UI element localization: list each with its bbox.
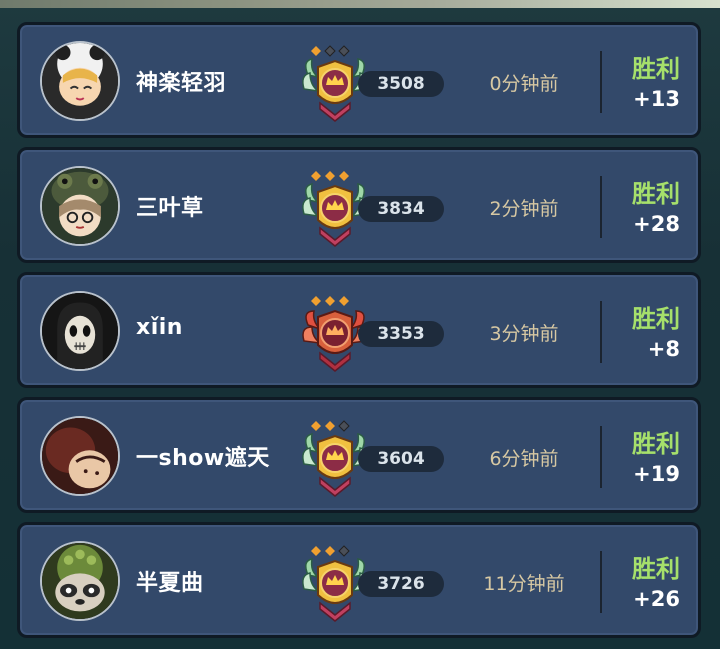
dark-character-avatar[interactable] (40, 416, 120, 496)
rank-score: 3604 (358, 446, 444, 472)
rank-star-filled-icon (311, 171, 321, 181)
rank-star-empty-icon (338, 420, 350, 432)
player-name: 三叶草 (136, 196, 204, 221)
match-row[interactable]: xǐin 3353 3分钟前 胜利 +8 (17, 272, 701, 388)
match-history-list: 神楽轻羽 3508 0分钟前 胜利 +13 三叶草 3834 2分钟前 胜利 +… (0, 0, 720, 649)
match-result: 胜利 (632, 305, 680, 333)
skull-mask-avatar[interactable] (40, 291, 120, 371)
rank-star-filled-icon (311, 546, 321, 556)
time-ago: 0分钟前 (489, 73, 559, 95)
divider (600, 551, 602, 613)
player-name: 神楽轻羽 (136, 71, 227, 96)
rank-star-filled-icon (325, 296, 335, 306)
rank-star-filled-icon (311, 46, 321, 56)
frog-hood-avatar[interactable] (40, 166, 120, 246)
player-name: xǐin (136, 315, 183, 340)
rank-star-filled-icon (311, 421, 321, 431)
match-row[interactable]: 半夏曲 3726 11分钟前 胜利 +26 (17, 522, 701, 638)
player-name: 一show遮天 (136, 446, 270, 471)
score-delta: +19 (633, 462, 680, 486)
rank-star-filled-icon (339, 296, 349, 306)
divider (600, 51, 602, 113)
rank-star-filled-icon (311, 296, 321, 306)
divider (600, 176, 602, 238)
match-row[interactable]: 一show遮天 3604 6分钟前 胜利 +19 (17, 397, 701, 513)
match-result: 胜利 (632, 55, 680, 83)
rank-score: 3508 (358, 71, 444, 97)
rank-star-empty-icon (338, 545, 350, 557)
rank-star-filled-icon (325, 546, 335, 556)
raccoon-avatar[interactable] (40, 541, 120, 621)
time-ago: 6分钟前 (489, 448, 559, 470)
score-delta: +13 (633, 87, 680, 111)
match-result: 胜利 (632, 180, 680, 208)
panda-hood-avatar[interactable] (40, 41, 120, 121)
rank-score: 3834 (358, 196, 444, 222)
match-row[interactable]: 三叶草 3834 2分钟前 胜利 +28 (17, 147, 701, 263)
divider (600, 426, 602, 488)
time-ago: 11分钟前 (483, 573, 565, 595)
score-delta: +28 (633, 212, 680, 236)
rank-star-filled-icon (325, 421, 335, 431)
rank-star-empty-icon (324, 45, 336, 57)
rank-score: 3353 (358, 321, 444, 347)
player-name: 半夏曲 (136, 571, 204, 596)
match-row[interactable]: 神楽轻羽 3508 0分钟前 胜利 +13 (17, 22, 701, 138)
score-delta: +26 (633, 587, 680, 611)
rank-star-filled-icon (339, 171, 349, 181)
rank-star-empty-icon (338, 45, 350, 57)
match-result: 胜利 (632, 430, 680, 458)
match-result: 胜利 (632, 555, 680, 583)
divider (600, 301, 602, 363)
rank-star-filled-icon (325, 171, 335, 181)
score-delta: +8 (647, 337, 680, 361)
time-ago: 2分钟前 (489, 198, 559, 220)
rank-score: 3726 (358, 571, 444, 597)
time-ago: 3分钟前 (489, 323, 559, 345)
